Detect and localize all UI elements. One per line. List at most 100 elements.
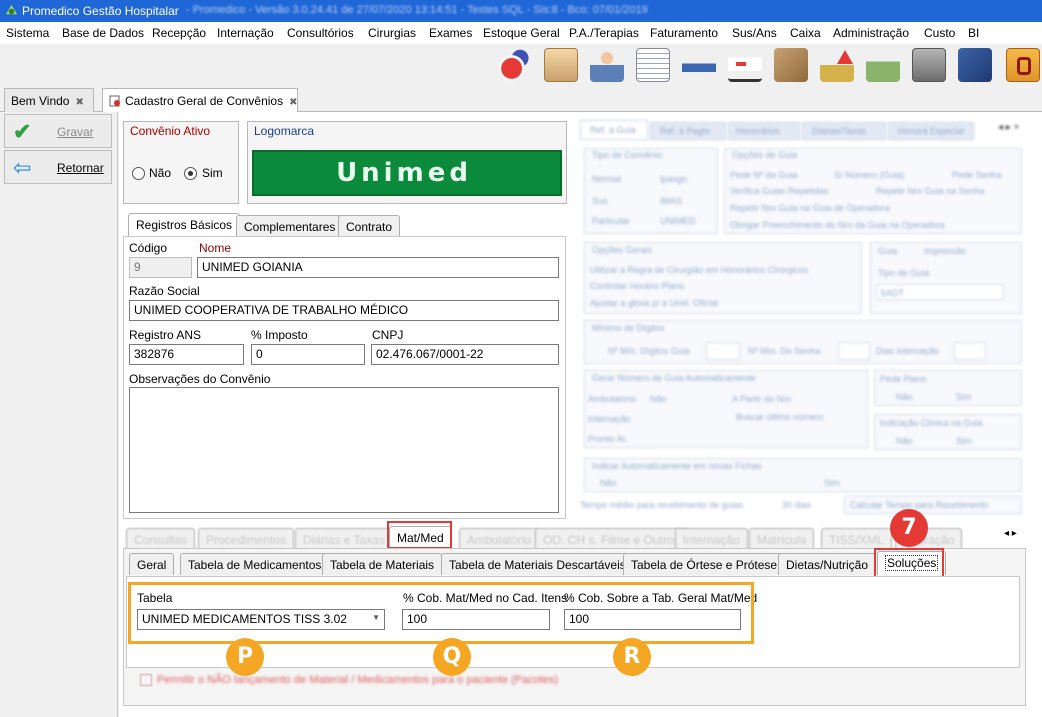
menu-internacao[interactable]: Internação [217, 26, 274, 40]
rp-geral-1[interactable]: Utilizar a Regra de Cirurgião em Honorár… [590, 265, 808, 275]
rp-tipo-particular[interactable]: Particular [592, 216, 630, 226]
phone-book-icon[interactable] [1006, 48, 1040, 82]
save-button[interactable]: ✔ Gravar [4, 114, 112, 148]
menu-sus-ans[interactable]: Sus/Ans [732, 26, 777, 40]
doctor-icon[interactable] [590, 48, 624, 82]
rp-guia-opt-3[interactable]: Pede Senha [952, 170, 1002, 180]
menu-exames[interactable]: Exames [429, 26, 472, 40]
users-icon[interactable] [544, 48, 578, 82]
tab-matricula[interactable]: Matrícula [749, 528, 815, 550]
rp-tipo-normal[interactable]: Normal [592, 174, 621, 184]
safe-icon[interactable] [912, 48, 946, 82]
rp-ind-nao[interactable]: Não [896, 436, 913, 446]
bed-icon[interactable] [682, 48, 716, 82]
rp-ambulatorio-select[interactable]: Não [650, 394, 667, 404]
menu-recepcao[interactable]: Recepção [152, 26, 206, 40]
rp-subtab-guia[interactable]: Guia [878, 246, 897, 256]
tab-cadastro-convenios[interactable]: Cadastro Geral de Convênios ✖ [102, 88, 298, 113]
rp-tab-guia[interactable]: Ref. à Guia [590, 125, 636, 135]
tab-od-ch[interactable]: OD. CH s. Filme e Outros [535, 528, 688, 550]
razao-social-field[interactable]: UNIMED COOPERATIVA DE TRABALHO MÉDICO [129, 300, 559, 321]
rp-tab-diarias[interactable]: Diárias/Taxas [812, 126, 866, 136]
box-icon[interactable] [774, 48, 808, 82]
tabs-scroll-icon[interactable]: ◂ ▸ [1004, 528, 1017, 539]
rp-tipo-unimed[interactable]: UNIMED [660, 216, 696, 226]
rp-guia-opt-4[interactable]: Verifica Guias Repetidas [730, 186, 829, 196]
subtab-materiais[interactable]: Tabela de Materiais [322, 553, 443, 575]
card-icon[interactable] [958, 48, 992, 82]
ambulance-icon[interactable] [728, 48, 762, 82]
tab-diarias-taxas[interactable]: Diárias e Taxas [295, 528, 393, 550]
rp-indicar-nao[interactable]: Não [600, 478, 617, 488]
menu-pa-terapias[interactable]: P.A./Terapias [569, 26, 639, 40]
close-icon[interactable]: ✖ [289, 97, 297, 108]
rp-buscar-button[interactable]: Buscar último número [736, 412, 824, 422]
subtab-medicamentos[interactable]: Tabela de Medicamentos [180, 553, 330, 575]
subtab-geral[interactable]: Geral [129, 553, 175, 575]
subtab-descartaveis[interactable]: Tabela de Materiais Descartáveis [441, 553, 634, 575]
rp-geral-3[interactable]: Ajustar a glosa p/ a Unid. Oficial [590, 298, 718, 308]
rp-ind-sim[interactable]: Sim [956, 436, 972, 446]
tab-procedimentos-label: Procedimentos [206, 533, 287, 547]
menu-bi[interactable]: BI [968, 26, 979, 40]
close-icon[interactable]: ✖ [75, 97, 83, 108]
menu-consultorios[interactable]: Consultórios [287, 26, 354, 40]
subtab-ortese-protese[interactable]: Tabela de Órtese e Prótese [623, 553, 786, 575]
rp-geral-2[interactable]: Controlar Horário Plano [590, 281, 685, 291]
rp-tempo-select[interactable]: 30 dias [782, 500, 811, 510]
tab-consultas[interactable]: Consultas [126, 528, 196, 550]
notes-icon[interactable] [636, 48, 670, 82]
tab-bem-vindo[interactable]: Bem Vindo ✖ [4, 88, 94, 112]
menu-cirurgias[interactable]: Cirurgias [368, 26, 416, 40]
rp-tipo-guia-select[interactable]: SADT [880, 288, 904, 298]
rp-pede-plano-nao[interactable]: Não [896, 392, 913, 402]
subtab-dietas[interactable]: Dietas/Nutrição [778, 553, 877, 575]
tab-procedimentos[interactable]: Procedimentos [198, 528, 295, 550]
nome-field[interactable]: UNIMED GOIANIA [197, 257, 559, 278]
imposto-field[interactable]: 0 [251, 344, 365, 365]
rp-tipo-sus[interactable]: Sus [592, 196, 608, 206]
rp-guia-opt-5[interactable]: Repetir Nro Guia na Senha [876, 186, 985, 196]
radio-sim[interactable] [184, 167, 197, 180]
money-up-icon[interactable] [820, 48, 854, 82]
money-down-icon[interactable] [866, 48, 900, 82]
rp-tab-especial[interactable]: Honorá Especial [898, 126, 964, 136]
tab-registros-basicos-label: Registros Básicos [136, 218, 233, 232]
menu-base-de-dados[interactable]: Base de Dados [62, 26, 144, 40]
menu-custo[interactable]: Custo [924, 26, 955, 40]
tab-registros-basicos[interactable]: Registros Básicos [128, 213, 241, 237]
rp-calcular-button[interactable]: Calcular Tempo para Recebimento [850, 500, 988, 510]
reload-icon[interactable] [498, 48, 532, 82]
rp-tipo-imas[interactable]: IMAS [660, 196, 682, 206]
tab-tiss-xml[interactable]: TISS/XML [821, 528, 892, 550]
codigo-field[interactable]: 9 [129, 257, 192, 278]
menu-administracao[interactable]: Administração [833, 26, 909, 40]
cnpj-field[interactable]: 02.476.067/0001-22 [371, 344, 559, 365]
menu-sistema[interactable]: Sistema [6, 26, 49, 40]
pacotes-checkbox[interactable] [140, 674, 152, 686]
rp-guia-opt-1[interactable]: Pede Nº da Guia [730, 170, 797, 180]
rp-guia-opt-6[interactable]: Repetir Nro Guia na Guia de Operadora [730, 203, 890, 213]
rp-indicar-sim[interactable]: Sim [824, 478, 840, 488]
rp-guia-opt-7[interactable]: Obrigar Preenchimento do Nro da Guia na … [730, 220, 945, 230]
registro-ans-field[interactable]: 382876 [129, 344, 244, 365]
rp-tab-scroll-icon[interactable]: ◂ ▸ × [998, 122, 1019, 133]
tab-contrato[interactable]: Contrato [338, 215, 401, 237]
tab-contrato-label: Contrato [346, 220, 393, 234]
radio-nao[interactable] [132, 167, 145, 180]
rp-tipo-ipasgo[interactable]: Ipasgo [660, 174, 687, 184]
observacoes-field[interactable] [129, 387, 559, 513]
menu-faturamento[interactable]: Faturamento [650, 26, 718, 40]
menu-caixa[interactable]: Caixa [790, 26, 821, 40]
tab-ambulatorio[interactable]: Ambulatório [459, 528, 540, 550]
tab-internacao[interactable]: Internação [675, 528, 748, 550]
back-button[interactable]: ⇦ Retornar [4, 150, 112, 184]
rp-guia-opt-2[interactable]: S/ Número (Guia) [834, 170, 905, 180]
tab-complementares[interactable]: Complementares [236, 215, 344, 237]
unimed-logo[interactable]: Unimed [252, 150, 562, 196]
menu-estoque-geral[interactable]: Estoque Geral [483, 26, 560, 40]
rp-tab-honorarios[interactable]: Honorários [736, 126, 780, 136]
rp-subtab-impressao[interactable]: Impressão [924, 246, 966, 256]
rp-pede-plano-sim[interactable]: Sim [956, 392, 972, 402]
rp-tab-pagto[interactable]: Ref. à Pagto [660, 126, 710, 136]
